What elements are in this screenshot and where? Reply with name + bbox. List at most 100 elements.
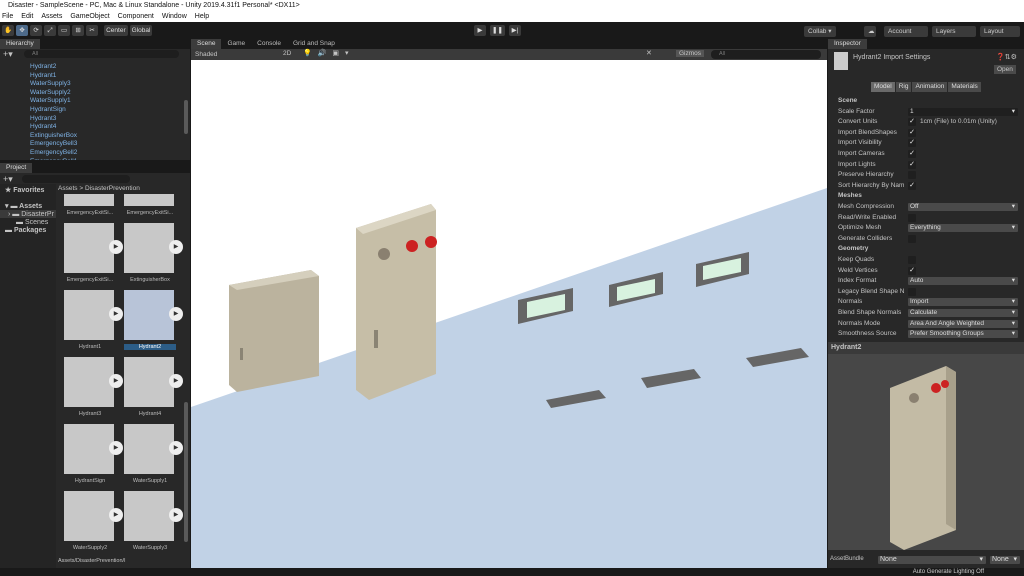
collab-dropdown[interactable]: Collab ▾ [804,26,836,37]
play-icon[interactable]: ▶ [169,240,183,254]
asset-item[interactable]: ▶ HydrantSign [64,424,123,484]
gizmos-dropdown[interactable]: Gizmos [676,50,705,57]
tab-scene[interactable]: Scene [191,39,222,49]
tab-rig[interactable]: Rig [895,82,912,92]
asset-item[interactable]: ▶ WaterSupply2 [64,491,123,551]
setting-dropdown[interactable]: Area And Angle Weighted [908,319,1018,328]
layout-dropdown[interactable]: Layout [980,26,1020,37]
tab-hierarchy[interactable]: Hierarchy [0,39,40,49]
tab-project[interactable]: Project [0,163,33,173]
tree-disasterprevention[interactable]: › ▬ DisasterPr [0,210,56,218]
add-icon[interactable]: +▾ [3,49,13,60]
setting-dropdown[interactable]: Everything [908,224,1018,233]
play-button[interactable]: ▶ [474,25,486,36]
play-icon[interactable]: ▶ [169,508,183,522]
hierarchy-item[interactable]: EmergencyBell3 [0,140,190,149]
asset-item[interactable]: ▶ Hydrant1 [64,290,123,350]
shading-dropdown[interactable]: Shaded [193,50,273,59]
cloud-icon[interactable]: ☁ [864,26,876,37]
tools-icon[interactable]: ✕ [646,49,652,57]
asset-item[interactable]: ▶ WaterSupply1 [124,424,183,484]
pivot-center-toggle[interactable]: Center [104,24,128,36]
hierarchy-item[interactable]: WaterSupply2 [0,89,190,98]
asset-item[interactable]: ▶ Hydrant4 [124,357,183,417]
settings-icons[interactable]: ❓⇅⚙ [996,53,1017,61]
menu-edit[interactable]: Edit [21,11,33,22]
setting-dropdown[interactable]: Import [908,298,1018,307]
checkbox[interactable] [908,256,916,264]
checkbox[interactable] [908,234,916,243]
play-icon[interactable]: ▶ [109,374,123,388]
asset-item[interactable]: EmergencyExitSi... [124,194,176,216]
tab-animation[interactable]: Animation [912,82,948,92]
menu-component[interactable]: Component [118,11,154,22]
asset-item[interactable]: ▶ Hydrant2 [124,290,183,350]
hierarchy-item[interactable]: WaterSupply1 [0,97,190,106]
tree-scenes[interactable]: ▬ Scenes [0,218,56,226]
play-icon[interactable]: ▶ [109,441,123,455]
menu-window[interactable]: Window [162,11,187,22]
step-button[interactable]: ▶| [508,25,521,36]
hierarchy-item[interactable]: ExtinguisherBox [0,132,190,141]
transform-icon[interactable]: ⊞ [72,24,85,36]
breadcrumb-folder[interactable]: DisasterPrevention [85,185,140,192]
setting-dropdown[interactable]: Prefer Smoothing Groups [908,330,1018,339]
menu-assets[interactable]: Assets [41,11,62,22]
tab-console[interactable]: Console [251,39,287,49]
tree-assets[interactable]: ▾ ▬ Assets [0,196,56,210]
hierarchy-scrollbar[interactable] [184,100,188,134]
project-scrollbar[interactable] [184,402,188,542]
hierarchy-item[interactable]: WaterSupply3 [0,80,190,89]
custom-icon[interactable]: ✂ [86,24,99,36]
scene-viewport[interactable] [191,60,827,568]
checkbox[interactable]: ✓ [908,128,916,137]
menu-file[interactable]: File [2,11,13,22]
hierarchy-item[interactable]: HydrantSign [0,106,190,115]
tab-model[interactable]: Model [871,82,895,92]
pivot-global-toggle[interactable]: Global [129,24,153,36]
hierarchy-item[interactable]: Hydrant1 [0,72,190,81]
checkbox[interactable]: ✓ [908,181,916,190]
hierarchy-item[interactable]: Hydrant3 [0,115,190,124]
tab-game[interactable]: Game [221,39,251,49]
open-button[interactable]: Open [994,65,1016,74]
hierarchy-item[interactable]: Hydrant4 [0,123,190,132]
play-icon[interactable]: ▶ [169,307,183,321]
asset-item[interactable]: ▶ WaterSupply3 [124,491,183,551]
setting-dropdown[interactable]: Off [908,203,1018,211]
tab-inspector[interactable]: Inspector [828,39,867,49]
asset-item[interactable]: ▶ EmergencyExitSi... [64,223,123,283]
account-dropdown[interactable]: Account [884,26,928,37]
scene-view-toggles[interactable]: 💡🔊▣▾ [303,49,355,57]
rect-icon[interactable]: ▭ [58,24,71,36]
favorites-item[interactable]: ★ Favorites [0,184,56,196]
assetbundle-dropdown[interactable]: None [878,556,986,564]
2d-toggle[interactable]: 2D [283,50,291,57]
asset-item[interactable]: EmergencyExitSi... [64,194,116,216]
checkbox[interactable] [908,171,916,180]
checkbox[interactable]: ✓ [908,266,916,275]
checkbox[interactable]: ✓ [908,150,916,158]
play-icon[interactable]: ▶ [169,374,183,388]
menu-gameobject[interactable]: GameObject [70,11,109,22]
hierarchy-item[interactable]: EmergencyBell2 [0,149,190,158]
hand-icon[interactable]: ✋ [2,24,15,36]
play-icon[interactable]: ▶ [109,508,123,522]
hierarchy-item[interactable]: Hydrant2 [0,63,190,72]
project-search-input[interactable] [22,175,130,183]
checkbox[interactable] [908,213,916,222]
play-icon[interactable]: ▶ [109,307,123,321]
setting-dropdown[interactable]: Auto [908,277,1018,286]
tab-materials[interactable]: Materials [948,82,981,92]
breadcrumb-assets[interactable]: Assets [58,185,78,192]
menu-help[interactable]: Help [195,11,209,22]
hierarchy-search-input[interactable]: All [24,50,179,58]
asset-item[interactable]: ▶ ExtinguisherBox [124,223,183,283]
checkbox[interactable]: ✓ [908,118,916,127]
setting-input[interactable]: 1 [908,107,1018,116]
checkbox[interactable]: ✓ [908,160,916,169]
asset-item[interactable]: ▶ Hydrant3 [64,357,123,417]
hierarchy-item[interactable]: EmergencyBell1 [0,158,190,160]
checkbox[interactable]: ✓ [908,139,916,148]
model-preview[interactable] [828,354,1024,550]
